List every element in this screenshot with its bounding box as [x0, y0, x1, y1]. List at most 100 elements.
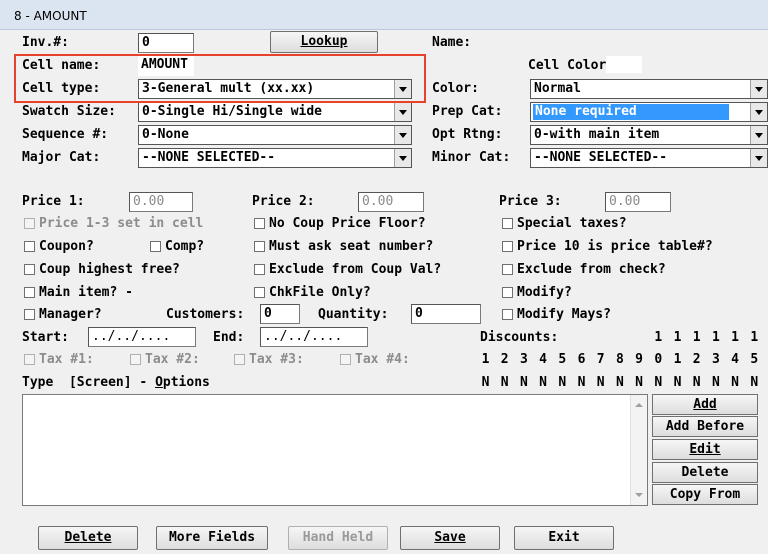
tax3-checkbox[interactable] — [234, 354, 245, 365]
chevron-down-icon[interactable] — [750, 149, 767, 167]
minor-cat-dropdown[interactable]: --NONE SELECTED-- — [530, 148, 768, 168]
chevron-down-icon[interactable] — [750, 103, 767, 121]
tax2-label: Tax #2: — [145, 352, 200, 367]
customers-field[interactable]: 0 — [260, 304, 300, 324]
form-panel: Inv.#: 0 Lookup Name: Cell name: AMOUNT … — [8, 30, 768, 554]
minor-cat-label: Minor Cat: — [432, 150, 511, 165]
discount-flag[interactable]: N — [688, 375, 705, 390]
chevron-down-icon[interactable] — [394, 103, 411, 121]
chkfile-only-checkbox[interactable] — [254, 287, 265, 298]
start-date-field[interactable]: ../../.... — [88, 327, 196, 347]
chevron-down-icon[interactable] — [394, 126, 411, 144]
discount-flag[interactable]: N — [496, 375, 513, 390]
discount-flag[interactable]: N — [746, 375, 763, 390]
prep-cat-dropdown[interactable]: None required — [530, 102, 768, 122]
options-list[interactable] — [22, 394, 648, 506]
sequence-dropdown[interactable]: 0-None — [138, 125, 412, 145]
main-item-checkbox[interactable] — [24, 287, 35, 298]
minor-cat-value: --NONE SELECTED-- — [534, 150, 668, 165]
edit-button[interactable]: Edit — [652, 439, 758, 460]
inv-field[interactable]: 0 — [138, 33, 194, 53]
discount-flag[interactable]: N — [554, 375, 571, 390]
chevron-down-icon[interactable] — [394, 149, 411, 167]
discount-flag[interactable]: N — [477, 375, 494, 390]
price1-label: Price 1: — [22, 194, 85, 209]
discount-flag[interactable]: N — [631, 375, 648, 390]
copy-from-button[interactable]: Copy From — [652, 484, 758, 505]
hand-held-button[interactable]: Hand Held — [288, 526, 388, 550]
tax1-checkbox[interactable] — [24, 354, 35, 365]
exclude-check-checkbox[interactable] — [502, 264, 513, 275]
quantity-field[interactable]: 0 — [411, 304, 481, 324]
opt-rtng-dropdown[interactable]: 0-with main item — [530, 125, 768, 145]
end-date-field[interactable]: ../../.... — [260, 327, 368, 347]
discount-number: 4 — [731, 352, 739, 367]
coupon-label: Coupon? — [39, 239, 94, 254]
coupon-checkbox[interactable] — [24, 241, 35, 252]
price1-field[interactable]: 0.00 — [129, 192, 193, 212]
discount-number: 9 — [635, 352, 643, 367]
add-button[interactable]: Add — [652, 394, 758, 415]
cell-color-swatch[interactable] — [606, 56, 642, 73]
delete-button[interactable]: Delete — [38, 526, 138, 550]
no-coup-price-floor-checkbox[interactable] — [254, 218, 265, 229]
major-cat-dropdown[interactable]: --NONE SELECTED-- — [138, 148, 412, 168]
discount-flag[interactable]: N — [535, 375, 552, 390]
price2-field[interactable]: 0.00 — [358, 192, 424, 212]
price10-table-checkbox[interactable] — [502, 241, 513, 252]
name-label: Name: — [432, 35, 472, 50]
discount-flag[interactable]: N — [727, 375, 744, 390]
options-list-scrollbar[interactable] — [630, 395, 647, 505]
save-button[interactable]: Save — [400, 526, 500, 550]
add-before-button[interactable]: Add Before — [652, 416, 758, 437]
cell-color-label: Cell Color — [528, 58, 607, 73]
scroll-up-icon[interactable] — [635, 403, 643, 407]
discount-flag[interactable]: N — [573, 375, 590, 390]
discount-number: 3 — [711, 352, 720, 367]
special-taxes-label: Special taxes? — [517, 216, 627, 231]
coup-highest-free-checkbox[interactable] — [24, 264, 35, 275]
lookup-button[interactable]: Lookup — [270, 31, 378, 53]
tax1-label: Tax #1: — [39, 352, 94, 367]
chevron-down-icon[interactable] — [750, 80, 767, 98]
comp-checkbox[interactable] — [150, 241, 161, 252]
discount-number: 1 — [481, 352, 490, 367]
manager-checkbox[interactable] — [24, 309, 35, 320]
start-label: Start: — [22, 330, 69, 345]
delete-option-button[interactable]: Delete — [652, 462, 758, 483]
type-header-accel: O — [155, 375, 163, 390]
color-dropdown[interactable]: Normal — [530, 79, 768, 99]
swatch-size-value: 0-Single Hi/Single wide — [142, 104, 323, 119]
must-ask-seat-checkbox[interactable] — [254, 241, 265, 252]
swatch-size-dropdown[interactable]: 0-Single Hi/Single wide — [138, 102, 412, 122]
modify-mays-checkbox[interactable] — [502, 309, 513, 320]
discount-flag[interactable]: N — [611, 375, 628, 390]
discount-flag[interactable]: N — [707, 375, 724, 390]
customers-label: Customers: — [166, 307, 245, 322]
discount-flag[interactable]: N — [669, 375, 686, 390]
exit-button[interactable]: Exit — [514, 526, 614, 550]
discount-numbers-row: 123456789012345 — [476, 352, 768, 367]
more-fields-button[interactable]: More Fields — [156, 526, 268, 550]
chevron-down-icon[interactable] — [750, 126, 767, 144]
price10-table-label: Price 10 is price table#? — [517, 239, 713, 254]
exclude-coup-val-checkbox[interactable] — [254, 264, 265, 275]
price-set-in-cell-checkbox[interactable] — [24, 218, 35, 229]
discount-flag[interactable]: N — [650, 375, 667, 390]
tax2-checkbox[interactable] — [130, 354, 141, 365]
discount-flag[interactable]: N — [515, 375, 532, 390]
discount-tens-digit: 1 — [711, 330, 720, 345]
discount-flag[interactable]: N — [592, 375, 609, 390]
modify-checkbox[interactable] — [502, 287, 513, 298]
color-value: Normal — [534, 81, 581, 96]
prep-cat-value: None required — [533, 104, 729, 120]
swatch-size-label: Swatch Size: — [22, 104, 116, 119]
tax4-checkbox[interactable] — [340, 354, 351, 365]
scroll-down-icon[interactable] — [635, 493, 643, 497]
sequence-label: Sequence #: — [22, 127, 109, 142]
delete-label: Delete — [64, 530, 112, 545]
price3-field[interactable]: 0.00 — [605, 192, 671, 212]
special-taxes-checkbox[interactable] — [502, 218, 513, 229]
discount-tens-row: 111111 — [476, 330, 768, 345]
comp-label: Comp? — [165, 239, 205, 254]
